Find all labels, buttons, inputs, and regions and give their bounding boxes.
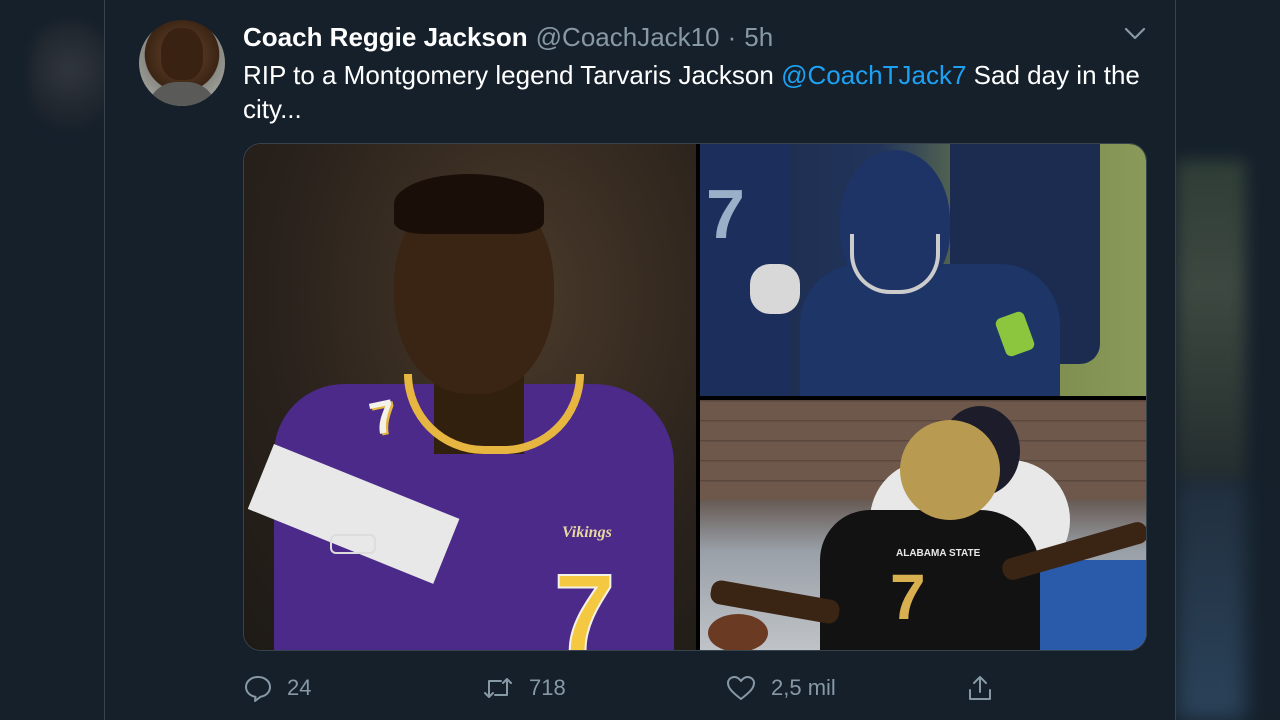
teammate-jersey-number: 7 [706, 175, 745, 253]
user-handle[interactable]: @CoachJack10 [536, 22, 720, 53]
display-name[interactable]: Coach Reggie Jackson [243, 22, 528, 53]
blurred-background-photo [1176, 160, 1246, 480]
photo-alabama-state[interactable]: ALABAMA STATE 7 [700, 400, 1146, 650]
like-count: 2,5 mil [771, 675, 836, 700]
photo-seahawks[interactable]: 7 [700, 144, 1146, 396]
media-grid: 7 Vikings 7 7 ALABAMA STATE 7 [243, 143, 1147, 651]
retweet-button[interactable]: 718 [481, 668, 566, 708]
retweet-count: 718 [529, 675, 566, 700]
blurred-background-photo [1176, 480, 1246, 720]
retweet-icon [481, 673, 515, 703]
tweet-timestamp[interactable]: 5h [744, 22, 773, 53]
reply-button[interactable]: 24 [243, 668, 311, 708]
hair-shape [394, 174, 544, 234]
glove-shape [750, 264, 800, 314]
avatar-face [161, 28, 203, 80]
jersey-team-wordmark: Vikings [562, 524, 612, 541]
comment-bubble-icon [243, 673, 273, 703]
helmet-shape [900, 420, 1000, 520]
tweet-actions: 24 718 2,5 mil [243, 668, 1003, 708]
tweet-text-before: RIP to a Montgomery legend Tarvaris Jack… [243, 60, 782, 90]
heart-icon [725, 673, 757, 703]
jersey-shape [820, 510, 1040, 650]
tweet-text: RIP to a Montgomery legend Tarvaris Jack… [243, 58, 1143, 126]
mention-link[interactable]: @CoachTJack7 [781, 60, 966, 90]
chevron-down-icon[interactable] [1123, 24, 1147, 44]
tweet-card[interactable]: Coach Reggie Jackson @CoachJack10 · 5h R… [104, 0, 1176, 720]
tweet-header: Coach Reggie Jackson @CoachJack10 · 5h [243, 22, 773, 52]
jersey-school-name: ALABAMA STATE [896, 548, 981, 559]
jersey-number-chest: 7 [553, 552, 616, 651]
brand-logo-icon [330, 534, 376, 554]
football-shape [708, 614, 768, 650]
avatar-shirt [147, 82, 217, 106]
like-button[interactable]: 2,5 mil [725, 668, 836, 708]
avatar[interactable] [139, 20, 225, 106]
reply-count: 24 [287, 675, 312, 700]
blurred-background-photo [30, 20, 110, 130]
share-upload-icon [965, 673, 995, 703]
separator-dot: · [727, 21, 737, 52]
photo-vikings[interactable]: 7 Vikings 7 [244, 144, 696, 651]
share-button[interactable] [965, 668, 995, 708]
jersey-number: 7 [890, 561, 926, 633]
